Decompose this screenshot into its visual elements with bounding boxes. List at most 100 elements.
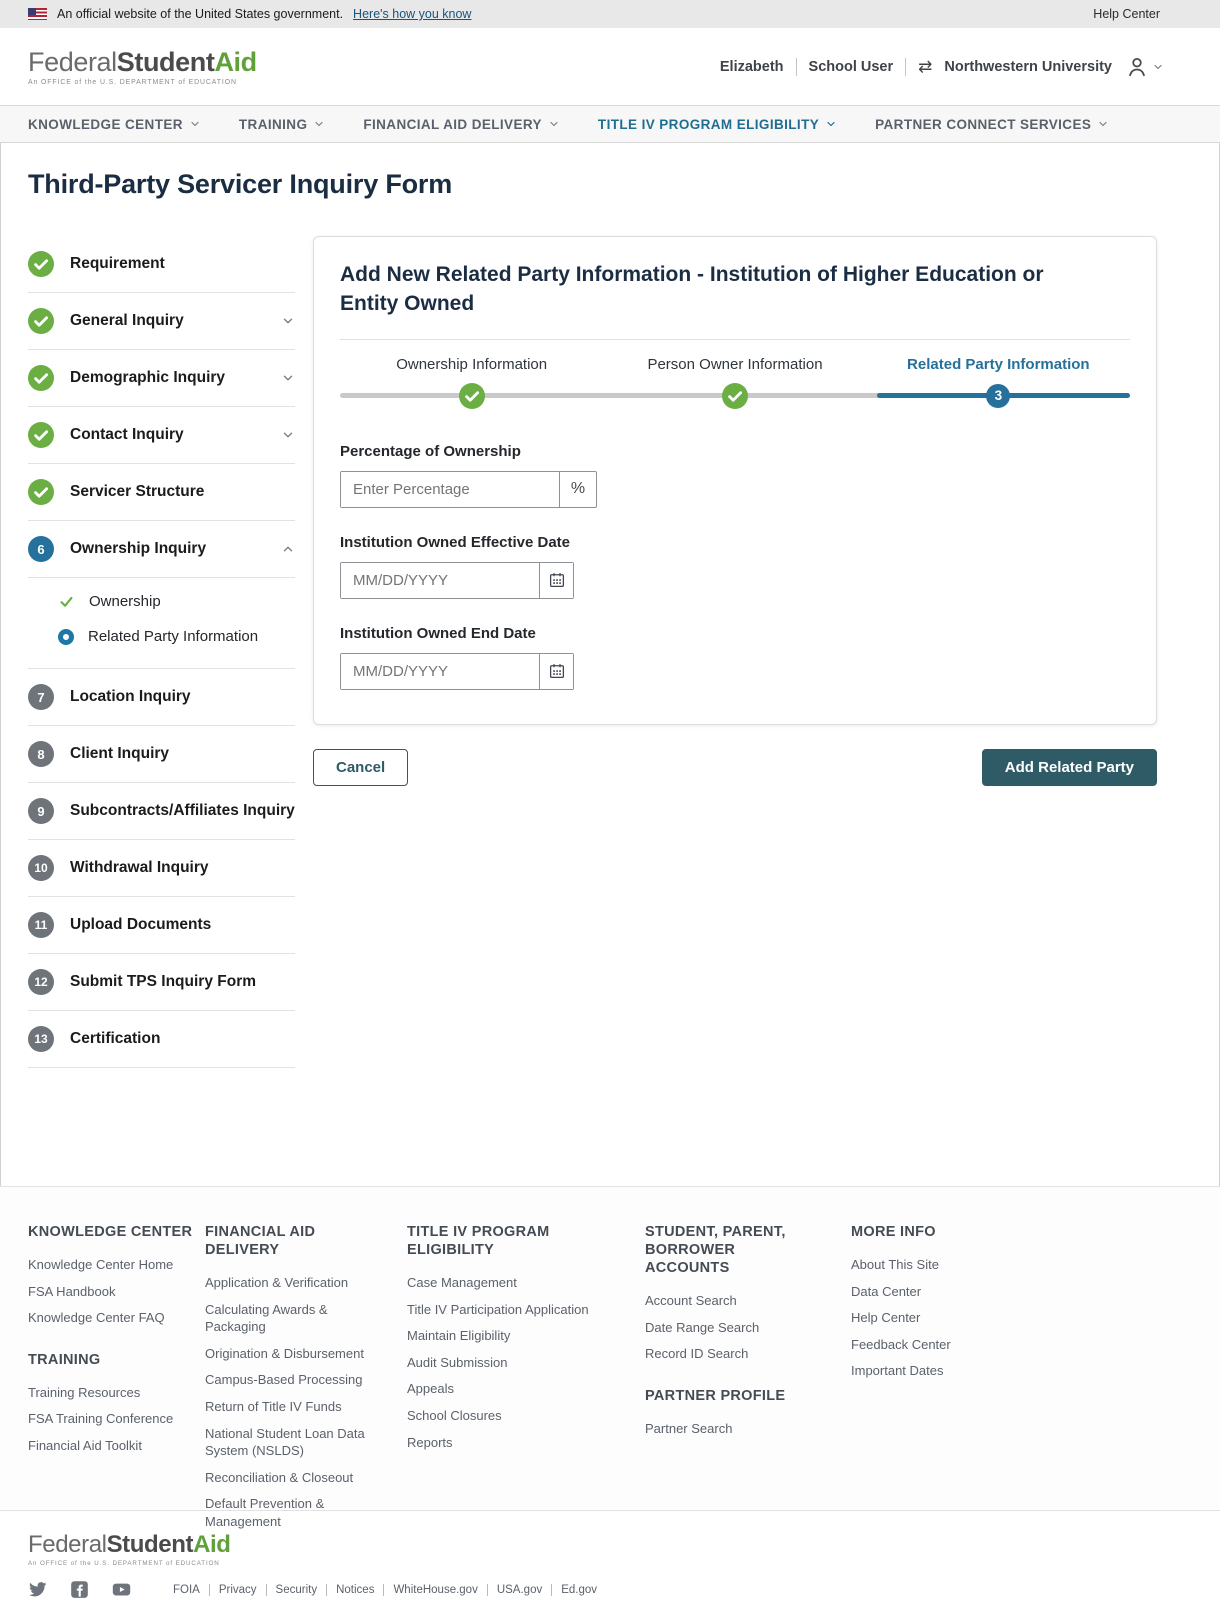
footer-link[interactable]: Help Center bbox=[851, 1309, 1021, 1327]
step-number-badge: 9 bbox=[28, 798, 54, 824]
footer-link[interactable]: Reports bbox=[407, 1434, 627, 1452]
sidebar-item-withdrawal-inquiry[interactable]: 10 Withdrawal Inquiry bbox=[28, 840, 295, 896]
footer-link[interactable]: Application & Verification bbox=[205, 1274, 380, 1292]
nav-partner-connect-services[interactable]: PARTNER CONNECT SERVICES bbox=[875, 117, 1109, 132]
legal-link-edgov[interactable]: Ed.gov bbox=[551, 1583, 597, 1596]
nav-knowledge-center[interactable]: KNOWLEDGE CENTER bbox=[28, 117, 201, 132]
legal-link-usagov[interactable]: USA.gov bbox=[486, 1583, 542, 1596]
footer-link[interactable]: Appeals bbox=[407, 1380, 627, 1398]
percentage-input[interactable] bbox=[341, 471, 559, 507]
footer-link[interactable]: School Closures bbox=[407, 1407, 627, 1425]
sidebar-item-ownership-inquiry[interactable]: 6 Ownership Inquiry bbox=[28, 521, 295, 577]
footer-link[interactable]: Origination & Disbursement bbox=[205, 1345, 380, 1363]
step-number-badge: 11 bbox=[28, 912, 54, 938]
footer-link[interactable]: FSA Handbook bbox=[28, 1283, 203, 1301]
legal-links: FOIA Privacy Security Notices WhiteHouse… bbox=[173, 1583, 597, 1596]
calendar-icon bbox=[549, 664, 564, 679]
footer-link[interactable]: Knowledge Center FAQ bbox=[28, 1309, 203, 1327]
how-you-know-link[interactable]: Here's how you know bbox=[353, 7, 471, 21]
footer-link[interactable]: Record ID Search bbox=[645, 1345, 820, 1363]
percentage-label: Percentage of Ownership bbox=[340, 442, 521, 460]
legal-link-privacy[interactable]: Privacy bbox=[208, 1583, 257, 1596]
footer-link[interactable]: Financial Aid Toolkit bbox=[28, 1437, 203, 1455]
logo-text-federal: Federal bbox=[28, 47, 117, 77]
footer-link[interactable]: Data Center bbox=[851, 1283, 1021, 1301]
cancel-button[interactable]: Cancel bbox=[313, 748, 409, 786]
help-center-link[interactable]: Help Center bbox=[1093, 7, 1160, 21]
sidebar-item-submit-tps-inquiry-form[interactable]: 12 Submit TPS Inquiry Form bbox=[28, 954, 295, 1010]
switch-organization-icon[interactable]: ⇄ bbox=[918, 58, 932, 75]
sidebar-item-location-inquiry[interactable]: 7 Location Inquiry bbox=[28, 669, 295, 725]
sidebar-item-requirement[interactable]: Requirement bbox=[28, 236, 295, 292]
nav-financial-aid-delivery[interactable]: FINANCIAL AID DELIVERY bbox=[363, 117, 560, 132]
footer-link[interactable]: Title IV Participation Application bbox=[407, 1301, 627, 1319]
step-complete-icon bbox=[722, 382, 748, 409]
legal-link-whitehouse[interactable]: WhiteHouse.gov bbox=[383, 1583, 478, 1596]
footer-link[interactable]: Account Search bbox=[645, 1292, 820, 1310]
fsa-logo[interactable]: FederalStudentAid An OFFICE of the U.S. … bbox=[28, 47, 257, 86]
step-number-badge: 6 bbox=[28, 536, 54, 562]
nav-title-iv-program-eligibility[interactable]: TITLE IV PROGRAM ELIGIBILITY bbox=[598, 117, 837, 132]
footer-link[interactable]: Knowledge Center Home bbox=[28, 1256, 203, 1274]
sidebar-item-servicer-structure[interactable]: Servicer Structure bbox=[28, 464, 295, 520]
sidebar-item-general-inquiry[interactable]: General Inquiry bbox=[28, 293, 295, 349]
card-actions: Cancel Add Related Party bbox=[313, 748, 1157, 786]
footer-link[interactable]: Audit Submission bbox=[407, 1354, 627, 1372]
end-date-calendar-button[interactable] bbox=[539, 653, 573, 689]
step-number-badge: 10 bbox=[28, 855, 54, 881]
chevron-down-icon bbox=[550, 121, 558, 127]
social-icons bbox=[28, 1580, 131, 1599]
gov-banner: An official website of the United States… bbox=[0, 0, 1220, 28]
sidebar-item-subcontracts-affiliates-inquiry[interactable]: 9 Subcontracts/Affiliates Inquiry bbox=[28, 783, 295, 839]
step-number-badge: 7 bbox=[28, 684, 54, 710]
step-active-badge: 3 bbox=[986, 383, 1011, 408]
footer-link[interactable]: Maintain Eligibility bbox=[407, 1327, 627, 1345]
site-header: FederalStudentAid An OFFICE of the U.S. … bbox=[0, 28, 1220, 105]
sidebar-item-contact-inquiry[interactable]: Contact Inquiry bbox=[28, 407, 295, 463]
logo-text-student: Student bbox=[116, 47, 215, 77]
footer-link[interactable]: Return of Title IV Funds bbox=[205, 1398, 380, 1416]
add-related-party-button[interactable]: Add Related Party bbox=[981, 748, 1157, 786]
footer-link[interactable]: Important Dates bbox=[851, 1362, 1021, 1380]
footer-link[interactable]: Feedback Center bbox=[851, 1336, 1021, 1354]
facebook-icon[interactable] bbox=[70, 1580, 89, 1599]
footer-heading-student-parent-borrower: STUDENT, PARENT, BORROWER ACCOUNTS bbox=[645, 1224, 786, 1277]
end-date-input[interactable] bbox=[341, 653, 539, 689]
footer-link[interactable]: FSA Training Conference bbox=[28, 1410, 203, 1428]
footer-link[interactable]: Campus-Based Processing bbox=[205, 1371, 380, 1389]
step-label-ownership-information: Ownership Information bbox=[396, 355, 548, 373]
twitter-icon[interactable] bbox=[28, 1580, 47, 1599]
legal-link-notices[interactable]: Notices bbox=[326, 1583, 374, 1596]
footer-link[interactable]: About This Site bbox=[851, 1256, 1021, 1274]
sidebar-item-upload-documents[interactable]: 11 Upload Documents bbox=[28, 897, 295, 953]
chevron-down-icon bbox=[283, 432, 293, 438]
footer-link[interactable]: Case Management bbox=[407, 1274, 627, 1292]
step-number-badge: 8 bbox=[28, 741, 54, 767]
footer-link[interactable]: National Student Loan Data System (NSLDS… bbox=[205, 1425, 380, 1460]
effective-date-calendar-button[interactable] bbox=[539, 562, 573, 598]
footer-link[interactable]: Training Resources bbox=[28, 1384, 203, 1402]
end-date-label: Institution Owned End Date bbox=[340, 624, 536, 642]
primary-nav: KNOWLEDGE CENTER TRAINING FINANCIAL AID … bbox=[0, 105, 1220, 143]
page-title: Third-Party Servicer Inquiry Form bbox=[28, 169, 453, 199]
footer-link[interactable]: Default Prevention & Management bbox=[205, 1495, 380, 1530]
calendar-icon bbox=[549, 573, 564, 588]
chevron-down-icon bbox=[1154, 64, 1162, 69]
footer-link[interactable]: Date Range Search bbox=[645, 1319, 820, 1337]
legal-link-foia[interactable]: FOIA bbox=[173, 1584, 200, 1596]
substep-related-party-information[interactable]: Related Party Information bbox=[58, 619, 295, 654]
legal-link-security[interactable]: Security bbox=[265, 1583, 317, 1596]
substep-ownership[interactable]: Ownership bbox=[58, 584, 295, 619]
footer-link[interactable]: Partner Search bbox=[645, 1420, 820, 1438]
effective-date-input[interactable] bbox=[341, 562, 539, 598]
sidebar-item-certification[interactable]: 13 Certification bbox=[28, 1011, 295, 1067]
sidebar-item-client-inquiry[interactable]: 8 Client Inquiry bbox=[28, 726, 295, 782]
sidebar-item-demographic-inquiry[interactable]: Demographic Inquiry bbox=[28, 350, 295, 406]
fsa-footer-logo[interactable]: FederalStudentAid An OFFICE of the U.S. … bbox=[28, 1531, 1192, 1567]
footer-link[interactable]: Reconciliation & Closeout bbox=[205, 1469, 380, 1487]
youtube-icon[interactable] bbox=[112, 1580, 131, 1599]
account-menu-button[interactable] bbox=[1124, 54, 1164, 80]
footer-heading-more-info: MORE INFO bbox=[851, 1224, 936, 1240]
nav-training[interactable]: TRAINING bbox=[239, 117, 325, 132]
footer-link[interactable]: Calculating Awards & Packaging bbox=[205, 1301, 380, 1336]
